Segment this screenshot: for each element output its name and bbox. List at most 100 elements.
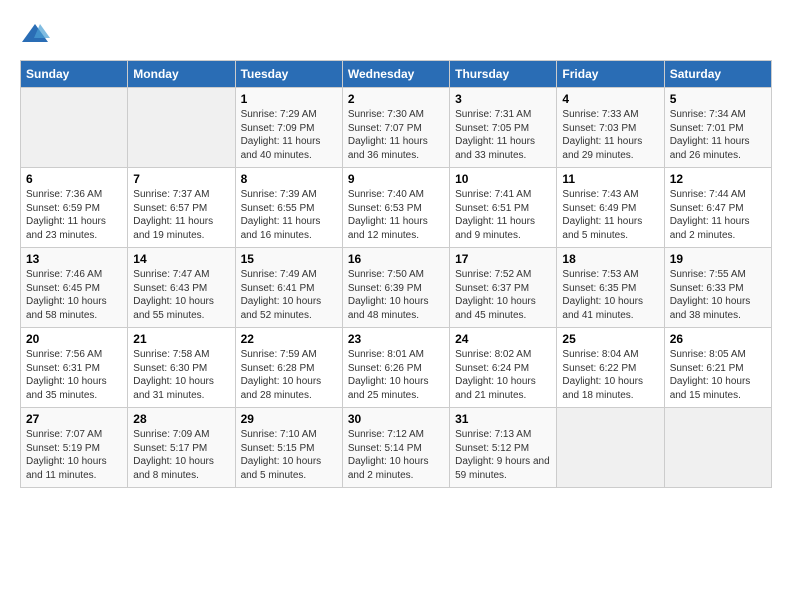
calendar-cell: 15 Sunrise: 7:49 AM Sunset: 6:41 PM Dayli…: [235, 248, 342, 328]
day-number: 17: [455, 252, 551, 266]
calendar-week-2: 6 Sunrise: 7:36 AM Sunset: 6:59 PM Daylig…: [21, 168, 772, 248]
calendar-cell: 26Sunrise: 8:05 AM Sunset: 6:21 PM Dayli…: [664, 328, 771, 408]
calendar-cell: 4 Sunrise: 7:33 AM Sunset: 7:03 PM Daylig…: [557, 88, 664, 168]
day-info: Sunrise: 7:58 AM Sunset: 6:30 PM Dayligh…: [133, 348, 229, 402]
day-info: Sunrise: 7:33 AM Sunset: 7:03 PM Dayligh…: [562, 108, 658, 162]
calendar-cell: 5Sunrise: 7:34 AM Sunset: 7:01 PM Daylig…: [664, 88, 771, 168]
calendar-cell: 6 Sunrise: 7:36 AM Sunset: 6:59 PM Daylig…: [21, 168, 128, 248]
calendar-cell: 11 Sunrise: 7:43 AM Sunset: 6:49 PM Dayli…: [557, 168, 664, 248]
calendar-week-5: 27 Sunrise: 7:07 AM Sunset: 5:19 PM Dayli…: [21, 408, 772, 488]
day-info: Sunrise: 7:52 AM Sunset: 6:37 PM Dayligh…: [455, 268, 551, 322]
day-number: 11: [562, 172, 658, 186]
day-number: 7: [133, 172, 229, 186]
calendar-cell: 29Sunrise: 7:10 AM Sunset: 5:15 PM Dayli…: [235, 408, 342, 488]
day-number: 6: [26, 172, 122, 186]
day-number: 24: [455, 332, 551, 346]
day-info: Sunrise: 7:55 AM Sunset: 6:33 PM Dayligh…: [670, 268, 766, 322]
day-header-monday: Monday: [128, 61, 235, 88]
day-info: Sunrise: 7:12 AM Sunset: 5:14 PM Dayligh…: [348, 428, 444, 482]
calendar-cell: 19 Sunrise: 7:55 AM Sunset: 6:33 PM Dayli…: [664, 248, 771, 328]
day-number: 27: [26, 412, 122, 426]
calendar-table: SundayMondayTuesdayWednesdayThursdayFrid…: [20, 60, 772, 488]
day-info: Sunrise: 7:53 AM Sunset: 6:35 PM Dayligh…: [562, 268, 658, 322]
day-info: Sunrise: 7:49 AM Sunset: 6:41 PM Dayligh…: [241, 268, 337, 322]
calendar-cell: 8 Sunrise: 7:39 AM Sunset: 6:55 PM Daylig…: [235, 168, 342, 248]
day-info: Sunrise: 7:36 AM Sunset: 6:59 PM Dayligh…: [26, 188, 122, 242]
calendar-cell: 18Sunrise: 7:53 AM Sunset: 6:35 PM Dayli…: [557, 248, 664, 328]
day-number: 3: [455, 92, 551, 106]
day-header-thursday: Thursday: [450, 61, 557, 88]
calendar-cell: 12 Sunrise: 7:44 AM Sunset: 6:47 PM Dayli…: [664, 168, 771, 248]
day-number: 28: [133, 412, 229, 426]
day-number: 30: [348, 412, 444, 426]
day-info: Sunrise: 7:07 AM Sunset: 5:19 PM Dayligh…: [26, 428, 122, 482]
day-info: Sunrise: 7:56 AM Sunset: 6:31 PM Dayligh…: [26, 348, 122, 402]
day-number: 9: [348, 172, 444, 186]
day-info: Sunrise: 7:59 AM Sunset: 6:28 PM Dayligh…: [241, 348, 337, 402]
day-info: Sunrise: 8:01 AM Sunset: 6:26 PM Dayligh…: [348, 348, 444, 402]
calendar-cell: 9 Sunrise: 7:40 AM Sunset: 6:53 PM Daylig…: [342, 168, 449, 248]
day-header-friday: Friday: [557, 61, 664, 88]
calendar-cell: 1Sunrise: 7:29 AM Sunset: 7:09 PM Daylig…: [235, 88, 342, 168]
day-info: Sunrise: 7:31 AM Sunset: 7:05 PM Dayligh…: [455, 108, 551, 162]
calendar-cell: [664, 408, 771, 488]
day-info: Sunrise: 8:02 AM Sunset: 6:24 PM Dayligh…: [455, 348, 551, 402]
logo-icon: [20, 20, 50, 50]
day-number: 31: [455, 412, 551, 426]
calendar-cell: 28 Sunrise: 7:09 AM Sunset: 5:17 PM Dayli…: [128, 408, 235, 488]
calendar-cell: 24 Sunrise: 8:02 AM Sunset: 6:24 PM Dayli…: [450, 328, 557, 408]
day-info: Sunrise: 8:05 AM Sunset: 6:21 PM Dayligh…: [670, 348, 766, 402]
calendar-cell: [557, 408, 664, 488]
day-info: Sunrise: 7:34 AM Sunset: 7:01 PM Dayligh…: [670, 108, 766, 162]
calendar-cell: 2 Sunrise: 7:30 AM Sunset: 7:07 PM Daylig…: [342, 88, 449, 168]
day-number: 15: [241, 252, 337, 266]
calendar-cell: 22 Sunrise: 7:59 AM Sunset: 6:28 PM Dayli…: [235, 328, 342, 408]
day-info: Sunrise: 7:39 AM Sunset: 6:55 PM Dayligh…: [241, 188, 337, 242]
calendar-cell: 14Sunrise: 7:47 AM Sunset: 6:43 PM Dayli…: [128, 248, 235, 328]
calendar-cell: 16Sunrise: 7:50 AM Sunset: 6:39 PM Dayli…: [342, 248, 449, 328]
day-info: Sunrise: 7:13 AM Sunset: 5:12 PM Dayligh…: [455, 428, 551, 482]
day-header-sunday: Sunday: [21, 61, 128, 88]
day-number: 19: [670, 252, 766, 266]
calendar-cell: 27 Sunrise: 7:07 AM Sunset: 5:19 PM Dayli…: [21, 408, 128, 488]
calendar-cell: [21, 88, 128, 168]
day-number: 12: [670, 172, 766, 186]
calendar-cell: 30 Sunrise: 7:12 AM Sunset: 5:14 PM Dayli…: [342, 408, 449, 488]
day-info: Sunrise: 7:40 AM Sunset: 6:53 PM Dayligh…: [348, 188, 444, 242]
day-number: 2: [348, 92, 444, 106]
calendar-cell: 7 Sunrise: 7:37 AM Sunset: 6:57 PM Daylig…: [128, 168, 235, 248]
day-info: Sunrise: 7:41 AM Sunset: 6:51 PM Dayligh…: [455, 188, 551, 242]
day-info: Sunrise: 7:46 AM Sunset: 6:45 PM Dayligh…: [26, 268, 122, 322]
calendar-body: 1Sunrise: 7:29 AM Sunset: 7:09 PM Daylig…: [21, 88, 772, 488]
calendar-cell: 21 Sunrise: 7:58 AM Sunset: 6:30 PM Dayli…: [128, 328, 235, 408]
day-number: 8: [241, 172, 337, 186]
day-number: 13: [26, 252, 122, 266]
day-info: Sunrise: 7:30 AM Sunset: 7:07 PM Dayligh…: [348, 108, 444, 162]
day-info: Sunrise: 7:44 AM Sunset: 6:47 PM Dayligh…: [670, 188, 766, 242]
calendar-week-1: 1Sunrise: 7:29 AM Sunset: 7:09 PM Daylig…: [21, 88, 772, 168]
day-header-saturday: Saturday: [664, 61, 771, 88]
day-info: Sunrise: 7:43 AM Sunset: 6:49 PM Dayligh…: [562, 188, 658, 242]
calendar-week-3: 13 Sunrise: 7:46 AM Sunset: 6:45 PM Dayli…: [21, 248, 772, 328]
logo: [20, 20, 54, 50]
day-header-wednesday: Wednesday: [342, 61, 449, 88]
day-number: 1: [241, 92, 337, 106]
day-info: Sunrise: 7:50 AM Sunset: 6:39 PM Dayligh…: [348, 268, 444, 322]
day-number: 29: [241, 412, 337, 426]
day-number: 22: [241, 332, 337, 346]
day-number: 21: [133, 332, 229, 346]
day-number: 20: [26, 332, 122, 346]
day-info: Sunrise: 7:09 AM Sunset: 5:17 PM Dayligh…: [133, 428, 229, 482]
calendar-week-4: 20 Sunrise: 7:56 AM Sunset: 6:31 PM Dayli…: [21, 328, 772, 408]
calendar-header-row: SundayMondayTuesdayWednesdayThursdayFrid…: [21, 61, 772, 88]
calendar-cell: 25 Sunrise: 8:04 AM Sunset: 6:22 PM Dayli…: [557, 328, 664, 408]
day-info: Sunrise: 7:37 AM Sunset: 6:57 PM Dayligh…: [133, 188, 229, 242]
page-header: [20, 20, 772, 50]
calendar-cell: 3 Sunrise: 7:31 AM Sunset: 7:05 PM Daylig…: [450, 88, 557, 168]
day-info: Sunrise: 8:04 AM Sunset: 6:22 PM Dayligh…: [562, 348, 658, 402]
day-header-tuesday: Tuesday: [235, 61, 342, 88]
calendar-cell: 13 Sunrise: 7:46 AM Sunset: 6:45 PM Dayli…: [21, 248, 128, 328]
day-number: 4: [562, 92, 658, 106]
day-number: 25: [562, 332, 658, 346]
calendar-cell: 23Sunrise: 8:01 AM Sunset: 6:26 PM Dayli…: [342, 328, 449, 408]
